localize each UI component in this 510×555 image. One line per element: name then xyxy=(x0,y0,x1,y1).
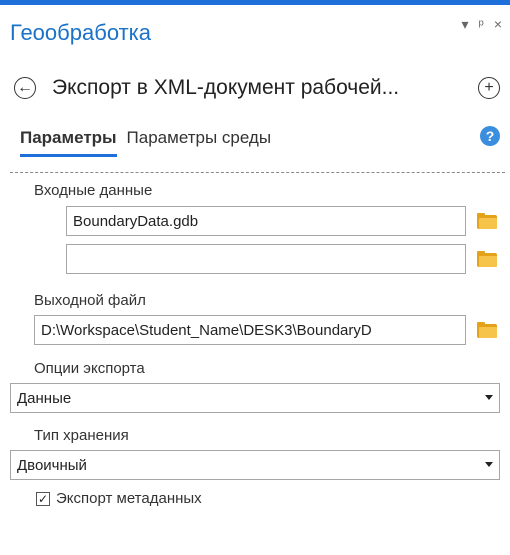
input-data-field-1[interactable]: BoundaryData.gdb xyxy=(66,206,466,236)
pane-controls: ▾ ᵖ × xyxy=(461,16,502,33)
tabs: Параметры Параметры среды xyxy=(20,128,271,157)
storage-type-select[interactable]: Двоичный xyxy=(10,450,500,480)
back-icon[interactable]: ← xyxy=(14,77,36,99)
export-metadata-label: Экспорт метаданных xyxy=(56,490,202,507)
tab-parameters[interactable]: Параметры xyxy=(20,128,117,157)
folder-icon[interactable] xyxy=(477,251,497,267)
input-data-label: Входные данные xyxy=(34,182,153,199)
storage-type-value: Двоичный xyxy=(17,457,87,474)
help-icon[interactable]: ? xyxy=(480,126,500,146)
output-file-field[interactable]: D:\Workspace\Student_Name\DESK3\Boundary… xyxy=(34,315,466,345)
storage-type-label: Тип хранения xyxy=(34,427,129,444)
export-metadata-checkbox[interactable]: ✓ xyxy=(36,491,50,506)
divider xyxy=(10,172,505,173)
pane-menu-icon[interactable]: ▾ xyxy=(461,16,468,33)
export-options-value: Данные xyxy=(17,390,72,407)
pane-top-accent xyxy=(0,0,510,5)
pane-title: Геообработка xyxy=(10,20,151,45)
export-metadata-row[interactable]: ✓ Экспорт метаданных xyxy=(36,490,202,507)
chevron-down-icon xyxy=(485,462,493,467)
add-tool-icon[interactable]: + xyxy=(478,77,500,99)
folder-icon[interactable] xyxy=(477,213,497,229)
tab-environments[interactable]: Параметры среды xyxy=(127,128,272,157)
output-file-label: Выходной файл xyxy=(34,292,146,309)
export-options-select[interactable]: Данные xyxy=(10,383,500,413)
tool-header: ← Экспорт в XML-документ рабочей... + xyxy=(14,70,500,106)
export-options-label: Опции экспорта xyxy=(34,360,145,377)
pin-icon[interactable]: ᵖ xyxy=(479,16,484,33)
close-icon[interactable]: × xyxy=(494,16,502,33)
folder-icon[interactable] xyxy=(477,322,497,338)
chevron-down-icon xyxy=(485,395,493,400)
tool-title: Экспорт в XML-документ рабочей... xyxy=(52,76,400,99)
input-data-field-2[interactable] xyxy=(66,244,466,274)
